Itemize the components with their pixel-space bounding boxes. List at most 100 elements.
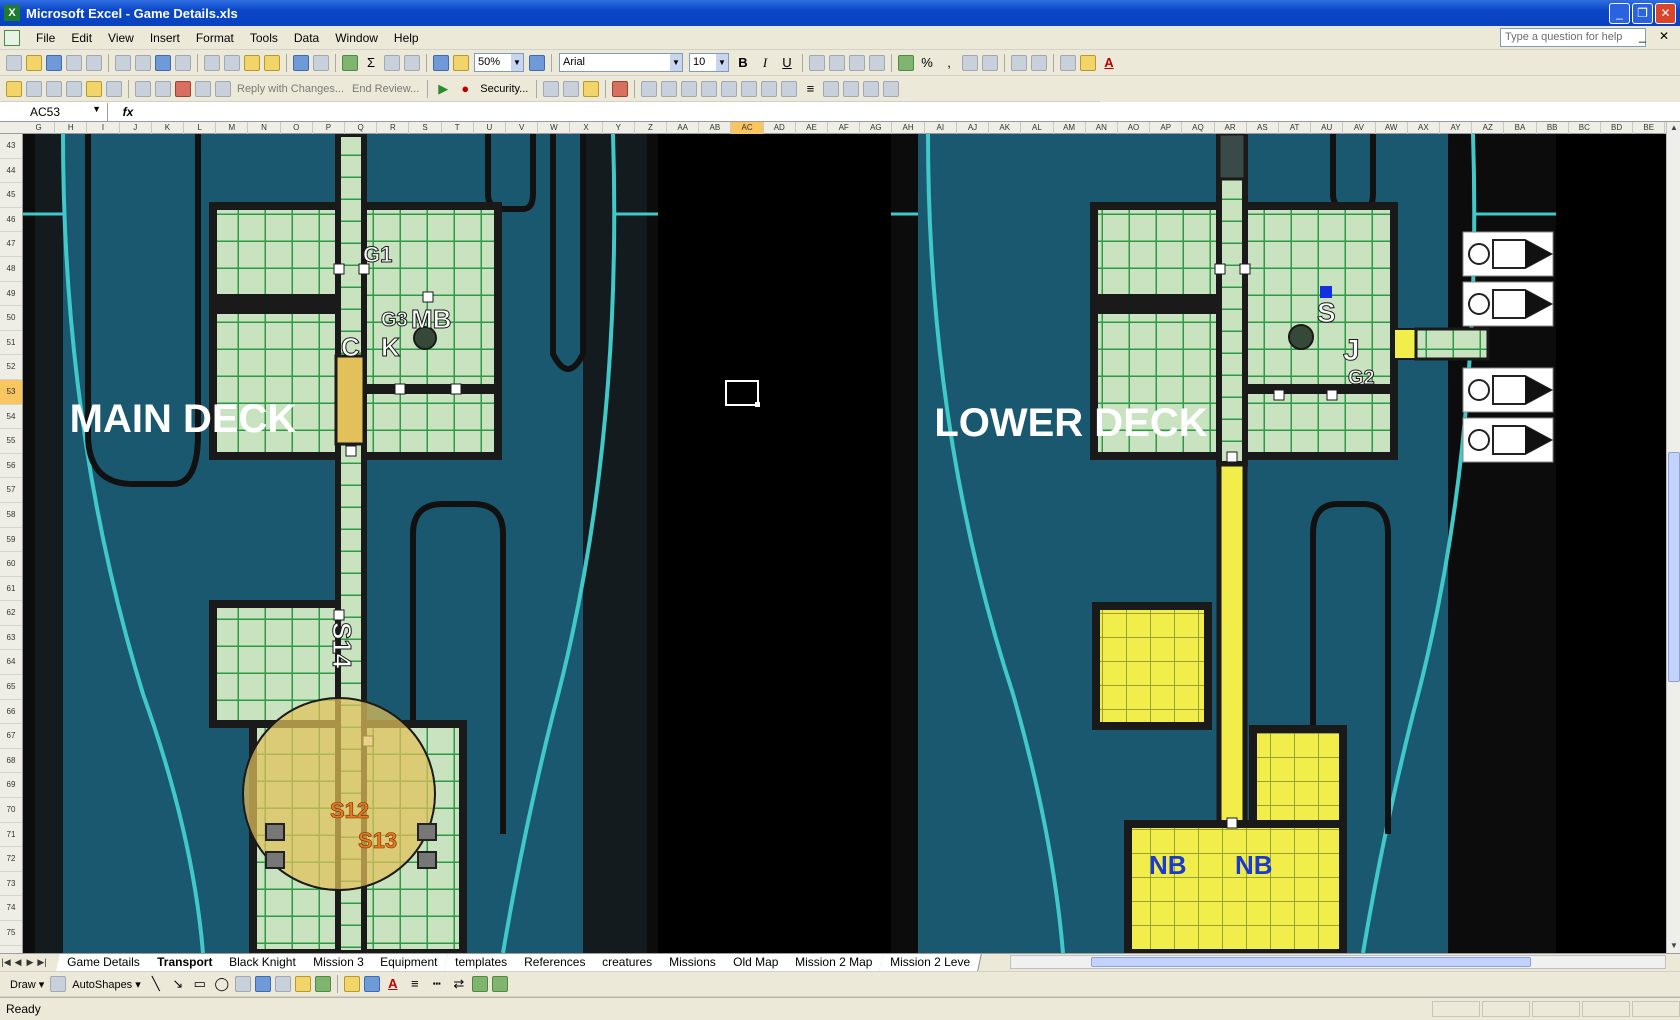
- vertical-scrollbar[interactable]: ▲ ▼: [1666, 122, 1680, 954]
- paste-icon[interactable]: [244, 54, 260, 71]
- row-header-70[interactable]: 70: [0, 798, 22, 823]
- new-icon[interactable]: [6, 54, 22, 71]
- horizontal-scrollbar[interactable]: [1010, 955, 1666, 969]
- column-header-AC[interactable]: AC: [731, 122, 764, 134]
- column-header-AF[interactable]: AF: [828, 122, 861, 134]
- restore-button[interactable]: ❐: [1632, 3, 1653, 24]
- tab-references[interactable]: References: [513, 954, 598, 971]
- format-painter-icon[interactable]: [264, 54, 280, 71]
- document-window-controls[interactable]: _ ✕: [1639, 29, 1674, 43]
- autoshapes-menu-button[interactable]: AutoShapes ▾: [72, 978, 141, 991]
- row-header-68[interactable]: 68: [0, 749, 22, 774]
- workbook-icon[interactable]: [4, 29, 20, 46]
- zoom-select[interactable]: 50% ▼: [474, 53, 524, 72]
- redo-icon[interactable]: [313, 54, 329, 71]
- new-comment-icon[interactable]: [6, 80, 22, 97]
- column-header-AL[interactable]: AL: [1021, 122, 1054, 134]
- comma-button[interactable]: ,: [938, 53, 960, 73]
- increase-indent-icon[interactable]: [1031, 54, 1047, 71]
- increase-decimal-icon[interactable]: [962, 54, 978, 71]
- more-contrast-icon[interactable]: [681, 80, 698, 97]
- reply-icon[interactable]: [195, 80, 211, 97]
- less-brightness-icon[interactable]: [741, 80, 758, 97]
- column-header-V[interactable]: V: [506, 122, 539, 134]
- menu-data[interactable]: Data: [286, 31, 327, 45]
- row-header-61[interactable]: 61: [0, 577, 22, 602]
- picture-icon[interactable]: [641, 80, 658, 97]
- record-macro-icon[interactable]: ●: [454, 79, 476, 99]
- open-icon[interactable]: [26, 54, 42, 71]
- column-header-Z[interactable]: Z: [635, 122, 668, 134]
- tab-old-map[interactable]: Old Map: [722, 954, 791, 971]
- horizontal-scroll-thumb[interactable]: [1091, 957, 1531, 967]
- column-header-AX[interactable]: AX: [1408, 122, 1440, 134]
- column-header-Y[interactable]: Y: [603, 122, 635, 134]
- row-header-51[interactable]: 51: [0, 331, 22, 356]
- compress-icon[interactable]: [823, 80, 840, 97]
- column-header-BD[interactable]: BD: [1601, 122, 1634, 134]
- hyperlink-icon[interactable]: [342, 54, 358, 71]
- next-comment-icon[interactable]: [46, 80, 62, 97]
- row-header-75[interactable]: 75: [0, 921, 22, 946]
- draw-font-color-icon[interactable]: A: [382, 974, 404, 994]
- next-sheet-icon[interactable]: ▶: [24, 957, 36, 968]
- line-icon[interactable]: ╲: [145, 974, 167, 994]
- column-header-BA[interactable]: BA: [1504, 122, 1537, 134]
- column-header-AH[interactable]: AH: [892, 122, 925, 134]
- row-header-64[interactable]: 64: [0, 650, 22, 676]
- help-search-input[interactable]: Type a question for help: [1500, 28, 1646, 47]
- script-editor-icon[interactable]: [583, 80, 600, 97]
- close-button[interactable]: ✕: [1655, 3, 1676, 24]
- tab-transport[interactable]: Transport: [145, 954, 224, 971]
- row-header-50[interactable]: 50: [0, 306, 22, 331]
- row-header-56[interactable]: 56: [0, 454, 22, 479]
- currency-icon[interactable]: [898, 54, 914, 71]
- shadow-style-icon[interactable]: [471, 976, 488, 992]
- 3d-style-icon[interactable]: [491, 976, 508, 992]
- column-header-X[interactable]: X: [570, 122, 603, 134]
- design-mode-icon[interactable]: [563, 80, 580, 97]
- row-header-73[interactable]: 73: [0, 872, 22, 897]
- column-header-I[interactable]: I: [87, 122, 120, 134]
- insert-function-icon[interactable]: fx: [108, 105, 148, 119]
- wordart-icon[interactable]: [254, 976, 271, 992]
- line-color-icon[interactable]: [363, 976, 380, 992]
- row-header-60[interactable]: 60: [0, 552, 22, 577]
- prev-sheet-icon[interactable]: ◀: [12, 957, 24, 968]
- toolbox-icon[interactable]: [543, 80, 560, 97]
- menu-insert[interactable]: Insert: [142, 31, 188, 45]
- research-icon[interactable]: [175, 54, 191, 71]
- tab-creatures[interactable]: creatures: [591, 954, 665, 971]
- column-header-AR[interactable]: AR: [1215, 122, 1247, 134]
- chart-wizard-icon[interactable]: [433, 54, 449, 71]
- row-header-48[interactable]: 48: [0, 257, 22, 282]
- row-header-59[interactable]: 59: [0, 528, 22, 553]
- name-box[interactable]: AC53 ▼: [0, 102, 108, 121]
- line-style-icon[interactable]: ≡: [799, 79, 821, 99]
- row-header-63[interactable]: 63: [0, 626, 22, 651]
- column-header-BB[interactable]: BB: [1537, 122, 1569, 134]
- sort-ascending-icon[interactable]: [384, 54, 400, 71]
- crop-icon[interactable]: [761, 80, 778, 97]
- row-header-54[interactable]: 54: [0, 405, 22, 430]
- less-contrast-icon[interactable]: [701, 80, 718, 97]
- column-header-N[interactable]: N: [248, 122, 281, 134]
- column-header-AJ[interactable]: AJ: [957, 122, 990, 134]
- menu-file[interactable]: File: [28, 31, 63, 45]
- email-icon[interactable]: [86, 54, 102, 71]
- rotate-icon[interactable]: [781, 80, 798, 97]
- column-header-P[interactable]: P: [313, 122, 346, 134]
- copy-icon[interactable]: [224, 54, 240, 71]
- column-header-AV[interactable]: AV: [1343, 122, 1376, 134]
- merge-center-icon[interactable]: [869, 54, 885, 71]
- transparent-color-icon[interactable]: [863, 80, 880, 97]
- more-brightness-icon[interactable]: [721, 80, 738, 97]
- row-header-52[interactable]: 52: [0, 355, 22, 380]
- delete-comment-icon[interactable]: [106, 80, 122, 97]
- excel-icon[interactable]: X: [4, 5, 20, 21]
- column-header-BC[interactable]: BC: [1569, 122, 1601, 134]
- column-header-AW[interactable]: AW: [1376, 122, 1408, 134]
- previous-comment-icon[interactable]: [26, 80, 42, 97]
- column-header-G[interactable]: G: [23, 122, 56, 134]
- sort-descending-icon[interactable]: [404, 54, 420, 71]
